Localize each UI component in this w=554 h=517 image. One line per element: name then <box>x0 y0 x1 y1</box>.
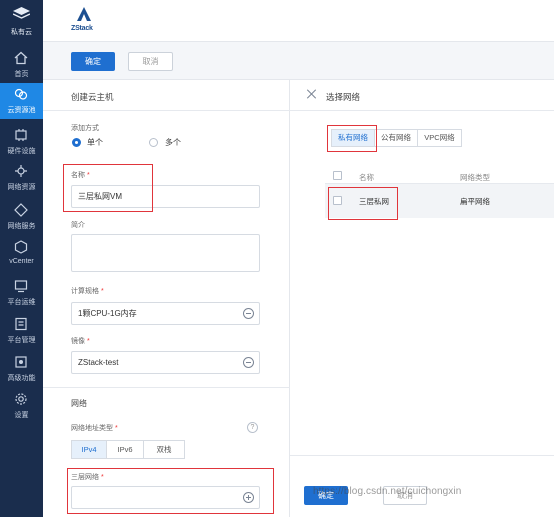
column-header-name: 名称 <box>359 173 374 182</box>
logo-text: ZStack <box>71 25 93 32</box>
radio-single-label: 单个 <box>87 138 103 147</box>
cloud-resource-icon <box>14 88 28 100</box>
description-label: 简介 <box>71 222 85 229</box>
highlight-box-l3-network <box>67 468 274 514</box>
sidebar-item-network-service[interactable]: 网络服务 <box>0 199 43 235</box>
required-mark: * <box>101 288 104 295</box>
remove-image-icon[interactable] <box>243 357 254 368</box>
sidebar-item-label: 平台运维 <box>7 299 36 306</box>
divider <box>43 110 290 111</box>
network-resource-icon <box>15 165 27 177</box>
network-service-icon <box>14 203 28 217</box>
highlight-box-name <box>63 164 153 212</box>
create-vm-panel: 创建云主机 添加方式 单个 多个 名称 * 三层私网VM 简介 计算规格 * 1颗C… <box>43 80 290 517</box>
compute-spec-field[interactable]: 1颗CPU-1G内存 <box>71 302 260 325</box>
sidebar-item-label: 首页 <box>14 71 29 78</box>
description-field[interactable] <box>71 234 260 272</box>
brand[interactable]: 私有云 <box>0 0 43 42</box>
top-header: ZStack <box>43 0 554 42</box>
network-type-cell: 扁平网络 <box>460 197 490 206</box>
image-label-text: 镜像 <box>71 338 85 345</box>
sidebar-item-platform-manage[interactable]: 平台管理 <box>0 313 43 349</box>
watermark-text: https://blog.csdn.net/cuichongxin <box>313 486 462 497</box>
sidebar-item-label: 网络服务 <box>7 223 36 230</box>
segment-dual-stack[interactable]: 双栈 <box>144 440 185 459</box>
zstack-logo: ZStack <box>71 7 99 37</box>
segment-ipv6[interactable]: IPv6 <box>107 440 144 459</box>
home-icon <box>14 51 28 65</box>
vcenter-icon <box>14 240 28 254</box>
confirm-button[interactable]: 确定 <box>71 52 115 71</box>
layers-icon <box>13 7 30 19</box>
help-icon[interactable]: ? <box>247 422 258 433</box>
action-toolbar: 确定 取消 <box>43 42 554 80</box>
tab-vpc-network[interactable]: VPC网络 <box>418 129 462 147</box>
sidebar-item-label: 平台管理 <box>7 337 36 344</box>
compute-label-text: 计算规格 <box>71 288 99 295</box>
radio-multiple-label: 多个 <box>165 138 181 147</box>
select-network-panel: 选择网络 私有网络 公有网络 VPC网络 名称 网络类型 三层私网 扁平网络 确… <box>290 80 554 517</box>
image-field[interactable]: ZStack-test <box>71 351 260 374</box>
highlight-box-row <box>328 187 398 220</box>
sidebar-item-cloud-resource[interactable]: 云资源池 <box>0 83 43 119</box>
close-icon[interactable] <box>307 89 317 99</box>
remove-compute-icon[interactable] <box>243 308 254 319</box>
right-panel-footer: 确定 取消 https://blog.csdn.net/cuichongxin <box>290 455 554 517</box>
gear-icon <box>15 393 27 405</box>
column-header-type: 网络类型 <box>460 173 490 182</box>
divider <box>43 387 290 388</box>
sidebar-item-label: 硬件设施 <box>7 148 36 155</box>
sidebar-item-vcenter[interactable]: vCenter <box>0 236 43 272</box>
panel-title: 创建云主机 <box>71 92 114 102</box>
segment-ipv4[interactable]: IPv4 <box>71 440 107 459</box>
cancel-button[interactable]: 取消 <box>128 52 173 71</box>
sidebar-item-label: 网络资源 <box>7 184 36 191</box>
sidebar-item-label: 云资源池 <box>7 107 36 114</box>
divider <box>290 110 554 111</box>
required-mark: * <box>87 338 90 345</box>
select-all-checkbox[interactable] <box>333 171 342 180</box>
tab-public-network[interactable]: 公有网络 <box>375 129 418 147</box>
advanced-icon <box>15 356 27 368</box>
platform-manage-icon <box>15 317 27 331</box>
platform-ops-icon <box>14 280 28 293</box>
add-mode-label: 添加方式 <box>71 125 99 132</box>
hardware-icon <box>15 129 27 141</box>
network-section-title: 网络 <box>71 399 87 408</box>
sidebar-item-settings[interactable]: 设置 <box>0 388 43 424</box>
brand-label: 私有云 <box>11 29 32 36</box>
sidebar-item-hardware[interactable]: 硬件设施 <box>0 124 43 160</box>
highlight-box-tab <box>327 125 377 152</box>
image-label: 镜像 * <box>71 336 90 346</box>
compute-label: 计算规格 * <box>71 286 104 296</box>
panel-title: 选择网络 <box>326 92 361 102</box>
zstack-logo-icon <box>77 7 91 21</box>
address-type-label-text: 网络地址类型 <box>71 425 113 432</box>
radio-single[interactable] <box>72 138 81 147</box>
sidebar-item-network-resource[interactable]: 网络资源 <box>0 160 43 196</box>
sidebar-item-advanced[interactable]: 高级功能 <box>0 351 43 387</box>
sidebar: 私有云 首页 云资源池 硬件设施 网络资源 网络服务 vCenter 平台运维 … <box>0 0 43 517</box>
sidebar-item-home[interactable]: 首页 <box>0 47 43 83</box>
sidebar-item-label: 设置 <box>14 412 29 419</box>
sidebar-item-platform-ops[interactable]: 平台运维 <box>0 275 43 311</box>
required-mark: * <box>115 425 118 432</box>
address-type-label: 网络地址类型 * <box>71 423 118 433</box>
sidebar-item-label: 高级功能 <box>7 375 36 382</box>
sidebar-item-label: vCenter <box>9 258 34 265</box>
radio-multiple[interactable] <box>149 138 158 147</box>
